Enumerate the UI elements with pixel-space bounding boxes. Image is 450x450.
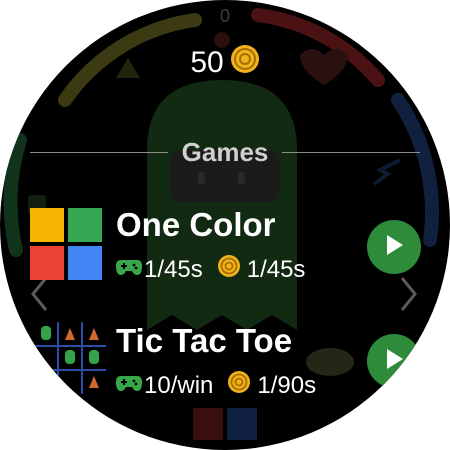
coin-icon (217, 254, 243, 285)
ghost-mascot (147, 80, 297, 330)
coin-balance-value: 50 (190, 46, 224, 79)
play-button[interactable] (367, 334, 421, 388)
game-title: One Color (116, 206, 276, 243)
watch-screen: 0 50 Games One Color 1/45s 1/45s Tic Tac… (0, 0, 450, 450)
controller-icon (116, 372, 144, 400)
play-icon (383, 233, 405, 262)
game-item-one-color[interactable]: One Color 1/45s 1/45s (30, 206, 450, 288)
play-button[interactable] (367, 220, 421, 274)
arc-left (3, 133, 27, 257)
coin-icon (227, 370, 253, 401)
coin-icon (230, 44, 260, 82)
controller-icon (116, 256, 144, 284)
play-icon (383, 347, 405, 376)
divider-left (30, 151, 168, 153)
coin-reward: 1/45s (246, 255, 306, 283)
game-stats: 10/win 1/90s (116, 370, 316, 401)
divider-right (282, 151, 421, 153)
game-stats: 1/45s 1/45s (116, 254, 305, 285)
game-item-tic-tac-toe[interactable]: Tic Tac Toe 10/win 1/90s (30, 322, 450, 404)
top-counter: 0 (219, 6, 230, 26)
controller-cost: 10/win (144, 371, 214, 399)
controller-cost: 1/45s (144, 255, 203, 283)
game-title: Tic Tac Toe (116, 322, 293, 359)
coin-balance: 50 (0, 44, 450, 82)
section-header: Games (30, 136, 421, 168)
one-color-grid-icon (30, 208, 102, 280)
coin-reward: 1/90s (257, 371, 317, 399)
section-title: Games (181, 136, 269, 167)
tic-tac-toe-board-icon (34, 322, 106, 394)
